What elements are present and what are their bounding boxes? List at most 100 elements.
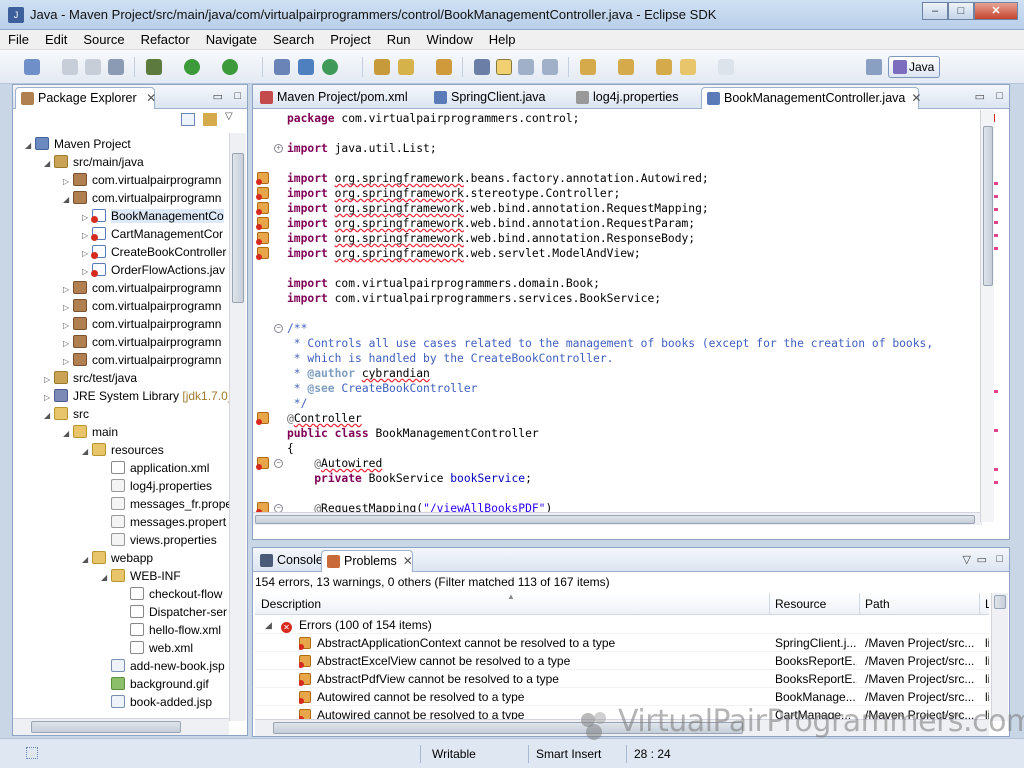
- tree-item[interactable]: messages.propert: [101, 513, 226, 531]
- scroll-thumb[interactable]: [983, 126, 993, 286]
- problems-group-row[interactable]: ◢ ✕ Errors (100 of 154 items): [255, 616, 989, 634]
- editor-tab[interactable]: Maven Project/pom.xml: [255, 87, 425, 109]
- new-java-project-icon[interactable]: [274, 59, 290, 75]
- tree-item[interactable]: ▷ OrderFlowActions.jav: [82, 261, 225, 279]
- package-explorer-vscroll[interactable]: [229, 133, 246, 721]
- scroll-thumb[interactable]: [232, 153, 244, 303]
- tree-item[interactable]: ▷ com.virtualpairprogramn: [63, 279, 221, 297]
- error-marker-icon[interactable]: [256, 217, 269, 230]
- tree-item[interactable]: checkout-flow: [120, 585, 222, 603]
- close-button[interactable]: ✕: [974, 2, 1018, 20]
- new-class-icon[interactable]: [322, 59, 338, 75]
- show-whitespace-icon[interactable]: [542, 59, 558, 75]
- expanded-twisty-icon[interactable]: ◢: [63, 425, 73, 443]
- collapse-all-icon[interactable]: [181, 113, 195, 126]
- forward-icon[interactable]: [718, 59, 734, 75]
- mark-occurrences-icon[interactable]: [496, 59, 512, 75]
- menu-run[interactable]: Run: [387, 32, 411, 47]
- package-explorer-hscroll[interactable]: [13, 718, 229, 735]
- tree-item[interactable]: ◢ WEB-INF: [101, 567, 181, 585]
- close-icon[interactable]: ✕: [911, 91, 921, 105]
- new-package-icon[interactable]: [298, 59, 314, 75]
- last-edit-location-icon[interactable]: [656, 59, 672, 75]
- editor-tab[interactable]: SpringClient.java: [429, 87, 567, 109]
- tree-item[interactable]: add-new-book.jsp: [101, 657, 225, 675]
- column-header[interactable]: Description: [261, 597, 321, 611]
- menu-help[interactable]: Help: [489, 32, 516, 47]
- column-header[interactable]: Path: [865, 597, 890, 611]
- minimize-view-icon[interactable]: ▭: [213, 90, 223, 103]
- block-selection-icon[interactable]: [518, 59, 534, 75]
- minimize-view-icon[interactable]: ▭: [977, 553, 987, 566]
- save-all-icon[interactable]: [85, 59, 101, 75]
- tree-item[interactable]: ◢ src: [44, 405, 89, 423]
- menu-project[interactable]: Project: [330, 32, 370, 47]
- toggle-breadcrumb-icon[interactable]: [474, 59, 490, 75]
- tree-item[interactable]: ◢ webapp: [82, 549, 153, 567]
- debug-icon[interactable]: [146, 59, 162, 75]
- tree-item[interactable]: log4j.properties: [101, 477, 212, 495]
- java-perspective-button[interactable]: Java: [888, 56, 940, 78]
- expanded-twisty-icon[interactable]: ◢: [82, 551, 92, 569]
- view-tab[interactable]: Console: [255, 550, 323, 572]
- maximize-view-icon[interactable]: □: [996, 553, 1003, 565]
- save-icon[interactable]: [62, 59, 78, 75]
- tree-item[interactable]: ▷ com.virtualpairprogramn: [63, 315, 221, 333]
- tree-item[interactable]: ▷ src/test/java: [44, 369, 137, 387]
- expanded-twisty-icon[interactable]: ◢: [82, 443, 92, 461]
- fold-collapse-icon[interactable]: −: [274, 459, 283, 468]
- expand-twisty-icon[interactable]: ◢: [265, 616, 272, 634]
- tree-item[interactable]: ▷ com.virtualpairprogramn: [63, 171, 221, 189]
- run-icon[interactable]: [184, 59, 200, 75]
- search-icon[interactable]: [436, 59, 452, 75]
- tree-item[interactable]: ◢ Maven Project: [25, 135, 131, 153]
- open-task-icon[interactable]: [398, 59, 414, 75]
- close-icon[interactable]: ✕: [403, 554, 413, 568]
- error-marker-icon[interactable]: [256, 232, 269, 245]
- tree-item[interactable]: background.gif: [101, 675, 209, 693]
- tree-item[interactable]: ◢ com.virtualpairprogramn: [63, 189, 221, 207]
- tree-item[interactable]: views.properties: [101, 531, 217, 549]
- editor-tab[interactable]: BookManagementController.java ✕: [701, 87, 921, 109]
- maximize-button[interactable]: □: [948, 2, 974, 20]
- error-marker-icon[interactable]: [256, 247, 269, 260]
- expanded-twisty-icon[interactable]: ◢: [101, 569, 111, 587]
- problem-row[interactable]: AbstractPdfView cannot be resolved to a …: [255, 670, 989, 688]
- editor-hscroll[interactable]: [253, 512, 981, 525]
- tab-package-explorer[interactable]: Package Explorer ✕: [15, 87, 156, 109]
- tree-item[interactable]: application.xml: [101, 459, 209, 477]
- view-menu-icon[interactable]: ▽: [225, 111, 233, 122]
- expanded-twisty-icon[interactable]: ◢: [63, 191, 73, 209]
- new-wizard-icon[interactable]: [24, 59, 40, 75]
- expanded-twisty-icon[interactable]: ◢: [44, 407, 54, 425]
- tree-item[interactable]: ▷ CreateBookController: [82, 243, 226, 261]
- fold-expand-icon[interactable]: +: [274, 144, 283, 153]
- problems-vscroll[interactable]: [991, 593, 1008, 721]
- view-menu-icon[interactable]: ▽: [963, 553, 971, 566]
- code-area[interactable]: + − − − package com.virtualpairprogrammers.…: [253, 110, 979, 525]
- fast-view-icon[interactable]: [26, 747, 38, 759]
- maximize-editor-icon[interactable]: □: [996, 90, 1003, 102]
- expanded-twisty-icon[interactable]: ◢: [44, 155, 54, 173]
- tree-item[interactable]: ▷ com.virtualpairprogramn: [63, 351, 221, 369]
- menu-window[interactable]: Window: [427, 32, 473, 47]
- tree-item[interactable]: book-added.jsp: [101, 693, 212, 711]
- tree-item[interactable]: hello-flow.xml: [120, 621, 221, 639]
- link-with-editor-icon[interactable]: [203, 113, 217, 126]
- expanded-twisty-icon[interactable]: ◢: [25, 137, 35, 155]
- scroll-thumb[interactable]: [994, 595, 1006, 609]
- close-icon[interactable]: ✕: [146, 91, 156, 105]
- tree-item[interactable]: ▷JRE System Library [jdk1.7.0_: [44, 387, 229, 405]
- open-type-icon[interactable]: [374, 59, 390, 75]
- editor-tab[interactable]: log4j.properties: [571, 87, 697, 109]
- menu-file[interactable]: File: [8, 32, 29, 47]
- menu-search[interactable]: Search: [273, 32, 314, 47]
- view-tab[interactable]: Problems ✕: [321, 550, 413, 572]
- run-external-tools-icon[interactable]: [222, 59, 238, 75]
- tree-item[interactable]: ▷ com.virtualpairprogramn: [63, 297, 221, 315]
- tree-item[interactable]: ◢ main: [63, 423, 118, 441]
- tree-item[interactable]: Dispatcher-ser: [120, 603, 227, 621]
- next-annotation-icon[interactable]: [580, 59, 596, 75]
- tree-item[interactable]: web.xml: [120, 639, 193, 657]
- error-marker-icon[interactable]: [256, 457, 269, 470]
